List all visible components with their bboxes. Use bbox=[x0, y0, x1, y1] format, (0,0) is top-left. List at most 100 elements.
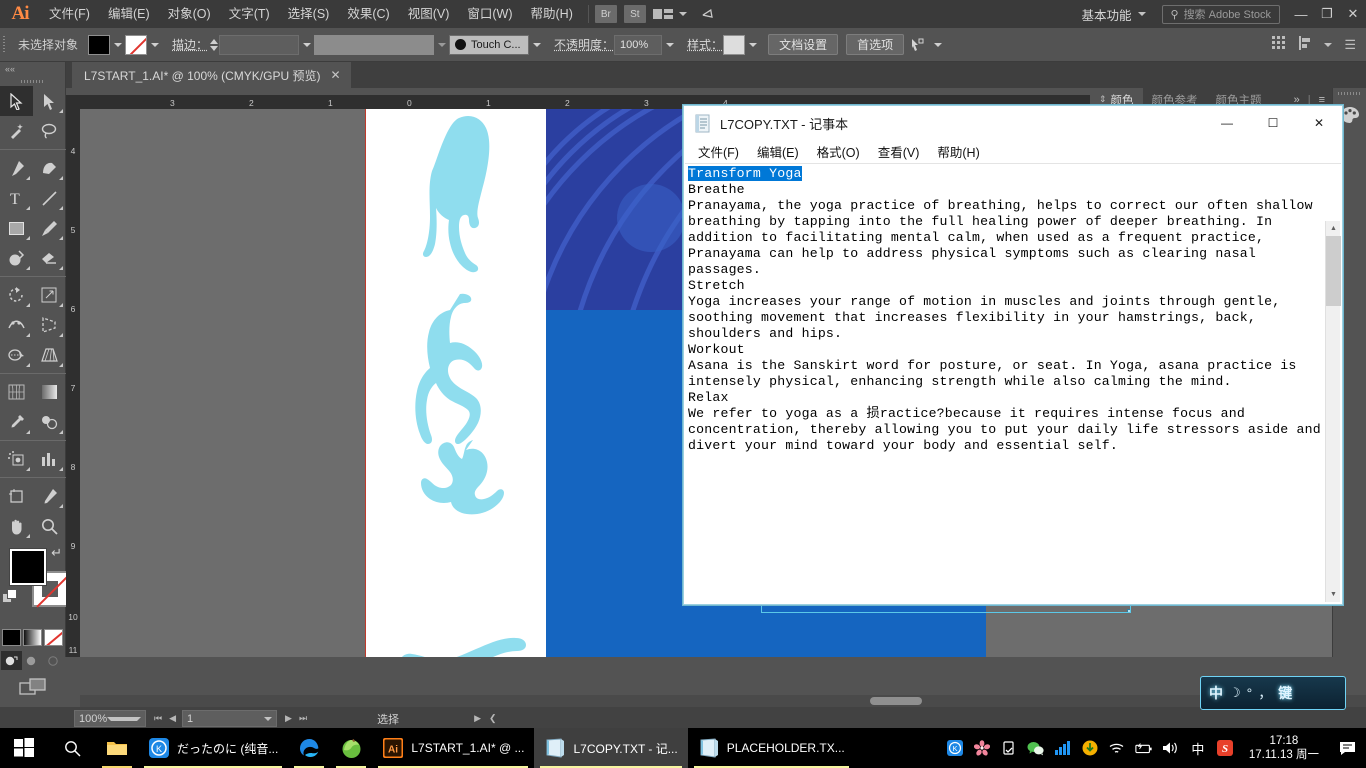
color-panel-menu-icon[interactable]: ≡ bbox=[1319, 94, 1325, 106]
width-tool[interactable] bbox=[0, 310, 33, 340]
last-artboard-button[interactable]: ⏭ bbox=[299, 713, 307, 724]
draw-behind-button[interactable] bbox=[22, 651, 43, 670]
paintbrush-tool[interactable] bbox=[33, 213, 66, 243]
shape-builder-tool[interactable] bbox=[0, 340, 33, 370]
notepad-close-button[interactable]: ✕ bbox=[1296, 106, 1342, 140]
battery-icon[interactable] bbox=[1135, 738, 1153, 758]
selection-tool[interactable] bbox=[0, 86, 33, 116]
ime-language-bar[interactable]: 中 ☽ ° ， 键 bbox=[1200, 676, 1346, 710]
taskbar-item-notepad-placeholder[interactable]: PLACEHOLDER.TX... bbox=[688, 728, 855, 768]
pen-tool[interactable] bbox=[0, 153, 33, 183]
artboard-tool[interactable] bbox=[0, 481, 33, 511]
transform-grid-icon[interactable] bbox=[1272, 36, 1286, 53]
select-similar-chevron-icon[interactable] bbox=[930, 35, 945, 55]
direct-selection-tool[interactable] bbox=[33, 86, 66, 116]
canvas-horizontal-scrollbar[interactable] bbox=[80, 695, 1366, 707]
ime-degree-icon[interactable]: ° bbox=[1247, 685, 1253, 701]
taskbar-item-illustrator[interactable]: Ai L7START_1.AI* @ ... bbox=[372, 728, 534, 768]
lasso-tool[interactable] bbox=[33, 116, 66, 146]
notepad-menu-edit[interactable]: 编辑(E) bbox=[749, 140, 807, 163]
kugou-tray-icon[interactable]: K bbox=[946, 738, 964, 758]
eraser-tool[interactable] bbox=[33, 243, 66, 273]
fill-color-control[interactable] bbox=[10, 549, 46, 585]
zoom-level-input[interactable]: 100% bbox=[74, 710, 146, 727]
scrollbar-thumb[interactable] bbox=[870, 697, 922, 705]
arrange-documents-icon[interactable] bbox=[653, 6, 677, 22]
text-frame-handle[interactable] bbox=[1127, 609, 1131, 613]
notepad-scroll-thumb[interactable] bbox=[1326, 236, 1341, 306]
moon-icon[interactable]: ☽ bbox=[1229, 685, 1241, 701]
vertical-ruler[interactable]: 4 5 6 7 8 9 10 11 bbox=[66, 109, 80, 657]
start-button[interactable] bbox=[0, 728, 48, 768]
notepad-menu-file[interactable]: 文件(F) bbox=[690, 140, 747, 163]
menu-view[interactable]: 视图(V) bbox=[399, 0, 459, 28]
color-fill-button[interactable] bbox=[2, 629, 21, 646]
zoom-tool[interactable] bbox=[33, 511, 66, 541]
document-setup-button[interactable]: 文档设置 bbox=[768, 34, 838, 55]
workspace-switcher[interactable]: 基本功能 bbox=[1073, 5, 1153, 24]
eyedropper-tool[interactable] bbox=[0, 407, 33, 437]
brush-chevron-icon[interactable] bbox=[529, 35, 544, 55]
rectangle-tool[interactable] bbox=[0, 213, 33, 243]
gradient-tool[interactable] bbox=[33, 377, 66, 407]
rotate-tool[interactable] bbox=[0, 280, 33, 310]
status-collapse-icon[interactable]: ❮ bbox=[489, 713, 497, 724]
shaper-tool[interactable] bbox=[0, 243, 33, 273]
perspective-grid-tool[interactable] bbox=[33, 340, 66, 370]
notepad-window[interactable]: L7COPY.TXT - 记事本 — ☐ ✕ 文件(F) 编辑(E) 格式(O)… bbox=[683, 105, 1343, 605]
notepad-vertical-scrollbar[interactable]: ▲ ▼ bbox=[1325, 221, 1340, 602]
signal-bars-icon[interactable] bbox=[1054, 738, 1072, 758]
ime-comma-icon[interactable]: ， bbox=[1258, 683, 1272, 703]
screen-mode-button[interactable] bbox=[0, 678, 65, 696]
graphic-style-swatch[interactable] bbox=[723, 35, 745, 55]
panel-menu-icon[interactable]: ☰ bbox=[1344, 37, 1356, 53]
window-minimize-button[interactable]: — bbox=[1288, 0, 1314, 28]
taskbar-item-green-browser[interactable] bbox=[330, 728, 372, 768]
taskbar-search-button[interactable] bbox=[48, 728, 96, 768]
panel-overflow-icon[interactable]: » bbox=[1294, 94, 1300, 106]
draw-normal-button[interactable] bbox=[1, 651, 22, 670]
type-tool[interactable]: T bbox=[0, 183, 33, 213]
wechat-icon[interactable] bbox=[1027, 738, 1045, 758]
gradient-fill-button[interactable] bbox=[23, 629, 42, 646]
hand-tool[interactable] bbox=[0, 511, 33, 541]
swap-fill-stroke-icon[interactable]: ↵ bbox=[51, 545, 62, 561]
taskbar-clock[interactable]: 17:18 17.11.13 周一 bbox=[1243, 734, 1325, 762]
menu-effect[interactable]: 效果(C) bbox=[338, 0, 398, 28]
opacity-input[interactable]: 100% bbox=[614, 35, 662, 55]
curvature-tool[interactable] bbox=[33, 153, 66, 183]
document-tab-close-icon[interactable]: ✕ bbox=[330, 68, 340, 82]
brush-definition-input[interactable]: Touch C... bbox=[449, 35, 529, 55]
taskbar-item-notepad-l7copy[interactable]: L7COPY.TXT - 记... bbox=[534, 728, 687, 768]
dock-grip[interactable] bbox=[1333, 88, 1366, 98]
menu-type[interactable]: 文字(T) bbox=[220, 0, 279, 28]
menu-select[interactable]: 选择(S) bbox=[279, 0, 339, 28]
menu-object[interactable]: 对象(O) bbox=[159, 0, 220, 28]
magic-wand-tool[interactable] bbox=[0, 116, 33, 146]
volume-icon[interactable] bbox=[1162, 738, 1180, 758]
symbol-sprayer-tool[interactable] bbox=[0, 444, 33, 474]
ime-mode-label[interactable]: 中 bbox=[1209, 683, 1223, 703]
window-close-button[interactable]: ✕ bbox=[1340, 0, 1366, 28]
preferences-button[interactable]: 首选项 bbox=[846, 34, 904, 55]
zoom-chevron-icon[interactable] bbox=[107, 717, 141, 721]
stock-button[interactable]: St bbox=[624, 5, 646, 23]
notepad-text-area[interactable]: Transform Yoga Breathe Pranayama, the yo… bbox=[685, 163, 1341, 603]
usb-eject-icon[interactable] bbox=[1000, 738, 1018, 758]
notepad-menu-view[interactable]: 查看(V) bbox=[870, 140, 928, 163]
variable-width-profile-input[interactable] bbox=[314, 35, 434, 55]
menu-help[interactable]: 帮助(H) bbox=[522, 0, 582, 28]
notepad-title-bar[interactable]: L7COPY.TXT - 记事本 — ☐ ✕ bbox=[684, 106, 1342, 140]
taskbar-item-file-explorer[interactable] bbox=[96, 728, 138, 768]
default-fill-stroke-icon[interactable] bbox=[2, 589, 18, 605]
ime-indicator-icon[interactable]: 中 bbox=[1189, 738, 1207, 758]
download-manager-icon[interactable] bbox=[1081, 738, 1099, 758]
wifi-icon[interactable] bbox=[1108, 738, 1126, 758]
blend-tool[interactable] bbox=[33, 407, 66, 437]
sogou-icon[interactable]: S bbox=[1216, 738, 1234, 758]
notepad-menu-help[interactable]: 帮助(H) bbox=[929, 140, 987, 163]
adobe-stock-search[interactable]: ⚲ 搜索 Adobe Stock bbox=[1162, 5, 1281, 24]
first-artboard-button[interactable]: ⏮ bbox=[154, 713, 162, 724]
scale-tool[interactable] bbox=[33, 280, 66, 310]
status-expand-icon[interactable]: ▶ bbox=[474, 713, 481, 724]
